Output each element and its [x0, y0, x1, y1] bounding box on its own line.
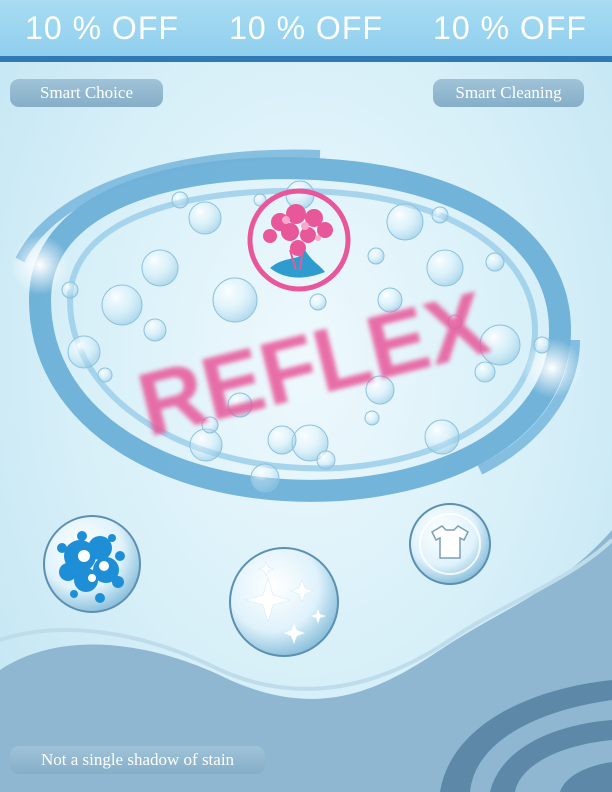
sparkle-icon	[229, 547, 339, 657]
flower-emblem-icon	[247, 188, 351, 292]
discount-offer-3: 10 % OFF	[433, 9, 587, 46]
light-flare	[10, 235, 70, 295]
tshirt-icon	[409, 503, 491, 585]
smart-choice-tag: Smart Choice	[10, 79, 163, 107]
light-flare	[522, 338, 582, 398]
discount-offer-1: 10 % OFF	[25, 9, 179, 46]
slogan-tag: Not a single shadow of stain	[10, 746, 265, 774]
smart-cleaning-tag: Smart Cleaning	[433, 79, 584, 107]
banner-divider	[0, 56, 612, 62]
background-artwork: REFLEX	[0, 149, 612, 792]
discount-banner: 10 % OFF 10 % OFF 10 % OFF	[0, 0, 612, 56]
discount-offer-2: 10 % OFF	[229, 9, 383, 46]
advertisement-page: REFLEX 10 % OFF 10 % OFF 10 % OFF Smart …	[0, 0, 612, 792]
bubbles-icon	[43, 515, 141, 613]
